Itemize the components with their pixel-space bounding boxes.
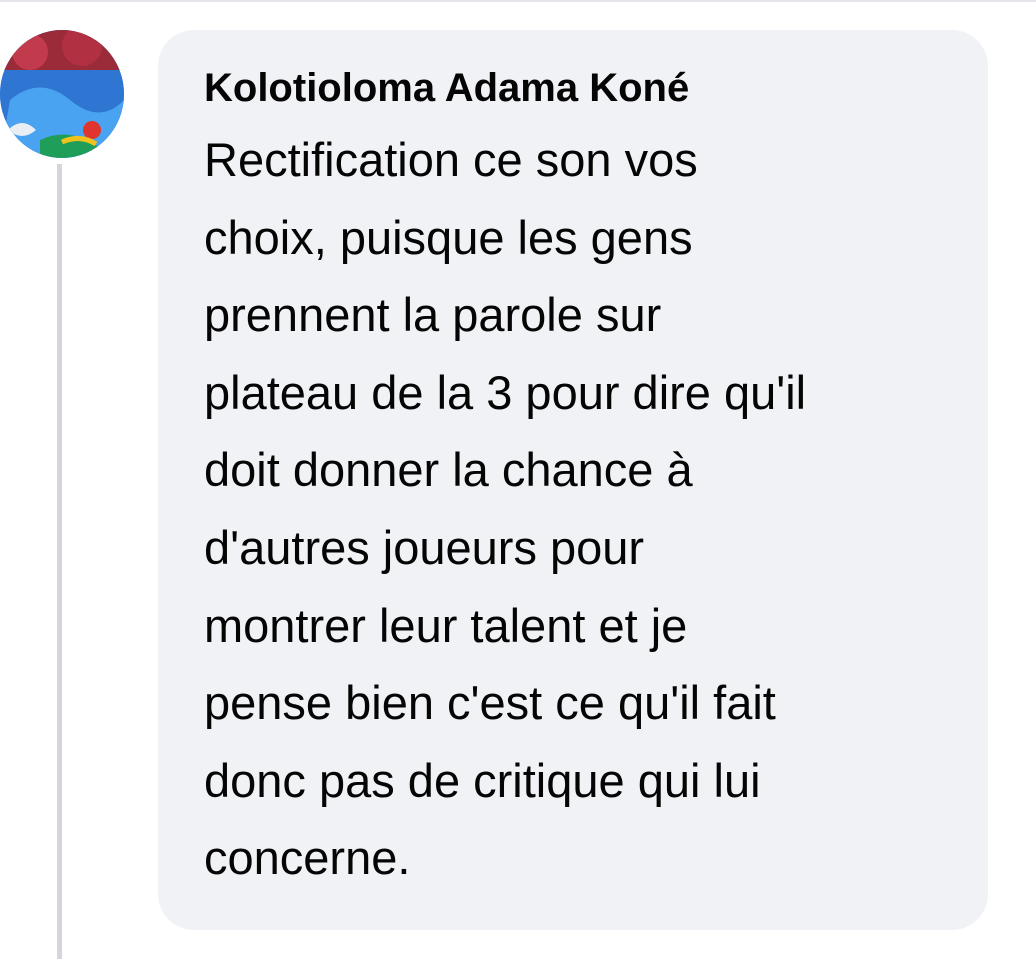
avatar[interactable] [0, 30, 124, 158]
comment-line: Rectification ce son vos [204, 133, 698, 186]
comment-line: doit donner la chance à [204, 443, 693, 497]
comment-line: donc pas de critique qui lui [204, 753, 761, 807]
comment-line: pense bien c'est ce qu'il fait [204, 676, 776, 730]
comment-line: concerne. [204, 831, 411, 885]
avatar-image [0, 30, 124, 158]
top-divider [0, 0, 1036, 2]
comment-line: prennent la parole sur [204, 288, 662, 342]
comment-line: plateau de la 3 pour dire qu'il [204, 365, 807, 419]
comment-line: choix, puisque les gens [204, 210, 693, 264]
comment-line: montrer leur talent et je [204, 598, 688, 652]
comment-text: Rectification ce son vos choix, puisque … [204, 121, 974, 897]
comment-author[interactable]: Kolotioloma Adama Koné [204, 60, 689, 116]
reply-thread-line [57, 164, 62, 959]
comment-line: d'autres joueurs pour [204, 520, 645, 574]
